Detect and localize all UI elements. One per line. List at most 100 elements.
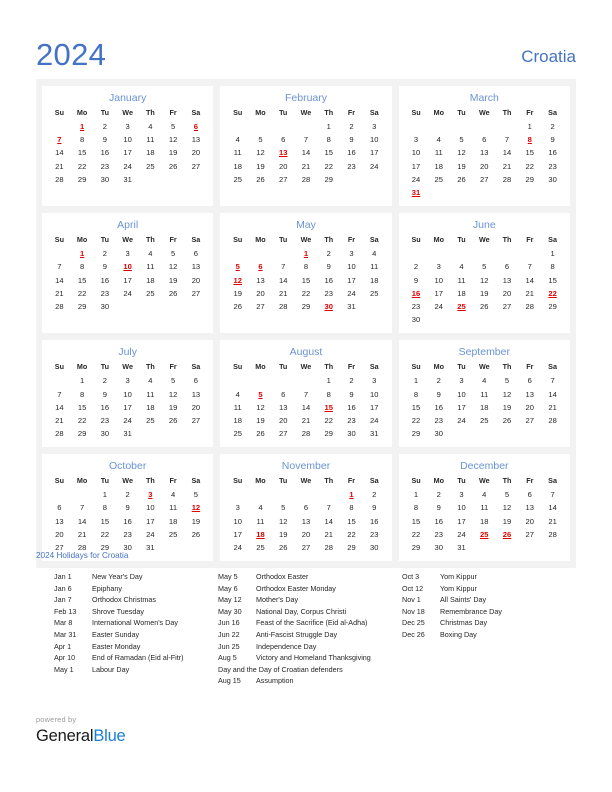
day-cell[interactable]: 24	[427, 300, 450, 313]
day-cell[interactable]: 9	[427, 387, 450, 400]
day-cell[interactable]: 14	[295, 401, 318, 414]
day-cell[interactable]: 1	[405, 488, 428, 501]
day-cell-holiday[interactable]: 5	[226, 260, 249, 273]
day-cell[interactable]: 21	[541, 515, 564, 528]
day-cell[interactable]: 26	[226, 300, 249, 313]
day-cell[interactable]: 16	[94, 401, 117, 414]
day-cell[interactable]: 18	[162, 515, 185, 528]
day-cell[interactable]: 10	[450, 501, 473, 514]
day-cell[interactable]: 6	[48, 501, 71, 514]
day-cell[interactable]: 1	[317, 374, 340, 387]
day-cell[interactable]: 2	[317, 247, 340, 260]
day-cell[interactable]: 29	[405, 427, 428, 440]
day-cell[interactable]: 19	[226, 287, 249, 300]
day-cell-holiday[interactable]: 1	[295, 247, 318, 260]
day-cell[interactable]: 22	[295, 287, 318, 300]
day-cell[interactable]: 3	[363, 120, 386, 133]
day-cell[interactable]: 7	[541, 488, 564, 501]
day-cell[interactable]: 27	[272, 427, 295, 440]
day-cell[interactable]: 6	[185, 247, 208, 260]
day-cell[interactable]: 17	[226, 528, 249, 541]
generalblue-logo[interactable]: GeneralBlue	[36, 726, 126, 746]
day-cell[interactable]: 21	[48, 287, 71, 300]
day-cell[interactable]: 4	[139, 374, 162, 387]
day-cell-holiday[interactable]: 13	[272, 146, 295, 159]
day-cell[interactable]: 19	[496, 401, 519, 414]
day-cell-holiday[interactable]: 18	[249, 528, 272, 541]
day-cell[interactable]: 9	[94, 260, 117, 273]
day-cell[interactable]: 12	[473, 274, 496, 287]
day-cell[interactable]: 2	[94, 374, 117, 387]
day-cell[interactable]: 25	[139, 287, 162, 300]
day-cell-holiday[interactable]: 6	[249, 260, 272, 273]
day-cell[interactable]: 1	[518, 120, 541, 133]
day-cell[interactable]: 3	[226, 501, 249, 514]
day-cell[interactable]: 29	[71, 427, 94, 440]
day-cell[interactable]: 3	[116, 374, 139, 387]
day-cell[interactable]: 2	[94, 120, 117, 133]
day-cell[interactable]: 13	[295, 515, 318, 528]
day-cell-holiday[interactable]: 8	[518, 133, 541, 146]
day-cell[interactable]: 21	[518, 287, 541, 300]
day-cell[interactable]: 22	[340, 528, 363, 541]
day-cell[interactable]: 24	[116, 287, 139, 300]
day-cell[interactable]: 24	[116, 160, 139, 173]
day-cell[interactable]: 11	[139, 260, 162, 273]
day-cell[interactable]: 23	[427, 414, 450, 427]
day-cell[interactable]: 12	[496, 501, 519, 514]
day-cell[interactable]: 10	[427, 274, 450, 287]
day-cell[interactable]: 25	[139, 160, 162, 173]
day-cell[interactable]: 10	[116, 133, 139, 146]
day-cell-holiday[interactable]: 15	[317, 401, 340, 414]
day-cell[interactable]: 24	[450, 414, 473, 427]
day-cell[interactable]: 30	[94, 173, 117, 186]
day-cell[interactable]: 14	[541, 387, 564, 400]
day-cell[interactable]: 13	[473, 146, 496, 159]
day-cell-holiday[interactable]: 5	[249, 387, 272, 400]
day-cell[interactable]: 27	[518, 528, 541, 541]
day-cell[interactable]: 11	[473, 387, 496, 400]
day-cell[interactable]: 10	[363, 133, 386, 146]
day-cell[interactable]: 5	[185, 488, 208, 501]
day-cell[interactable]: 17	[450, 401, 473, 414]
day-cell[interactable]: 12	[450, 146, 473, 159]
day-cell[interactable]: 15	[295, 274, 318, 287]
day-cell[interactable]: 1	[541, 247, 564, 260]
day-cell[interactable]: 2	[541, 120, 564, 133]
day-cell-holiday[interactable]: 6	[185, 120, 208, 133]
day-cell[interactable]: 19	[272, 528, 295, 541]
day-cell[interactable]: 11	[427, 146, 450, 159]
day-cell[interactable]: 11	[162, 501, 185, 514]
day-cell[interactable]: 9	[427, 501, 450, 514]
day-cell[interactable]: 2	[340, 374, 363, 387]
day-cell[interactable]: 9	[116, 501, 139, 514]
day-cell[interactable]: 18	[226, 414, 249, 427]
day-cell[interactable]: 25	[363, 287, 386, 300]
day-cell[interactable]: 22	[317, 160, 340, 173]
day-cell[interactable]: 9	[405, 274, 428, 287]
day-cell[interactable]: 20	[185, 146, 208, 159]
day-cell[interactable]: 16	[94, 274, 117, 287]
day-cell[interactable]: 20	[295, 528, 318, 541]
day-cell[interactable]: 3	[450, 374, 473, 387]
day-cell[interactable]: 30	[541, 173, 564, 186]
day-cell[interactable]: 29	[295, 300, 318, 313]
day-cell[interactable]: 27	[518, 414, 541, 427]
day-cell-holiday[interactable]: 31	[405, 186, 428, 199]
day-cell[interactable]: 13	[185, 387, 208, 400]
day-cell[interactable]: 3	[116, 120, 139, 133]
day-cell[interactable]: 9	[363, 501, 386, 514]
day-cell[interactable]: 20	[496, 287, 519, 300]
day-cell[interactable]: 21	[272, 287, 295, 300]
day-cell[interactable]: 9	[317, 260, 340, 273]
day-cell[interactable]: 9	[340, 133, 363, 146]
day-cell[interactable]: 21	[295, 160, 318, 173]
day-cell[interactable]: 8	[295, 260, 318, 273]
day-cell[interactable]: 6	[295, 501, 318, 514]
day-cell[interactable]: 24	[363, 414, 386, 427]
day-cell[interactable]: 9	[340, 387, 363, 400]
day-cell[interactable]: 28	[272, 300, 295, 313]
day-cell[interactable]: 5	[450, 133, 473, 146]
day-cell-holiday[interactable]: 22	[541, 287, 564, 300]
day-cell[interactable]: 5	[162, 247, 185, 260]
